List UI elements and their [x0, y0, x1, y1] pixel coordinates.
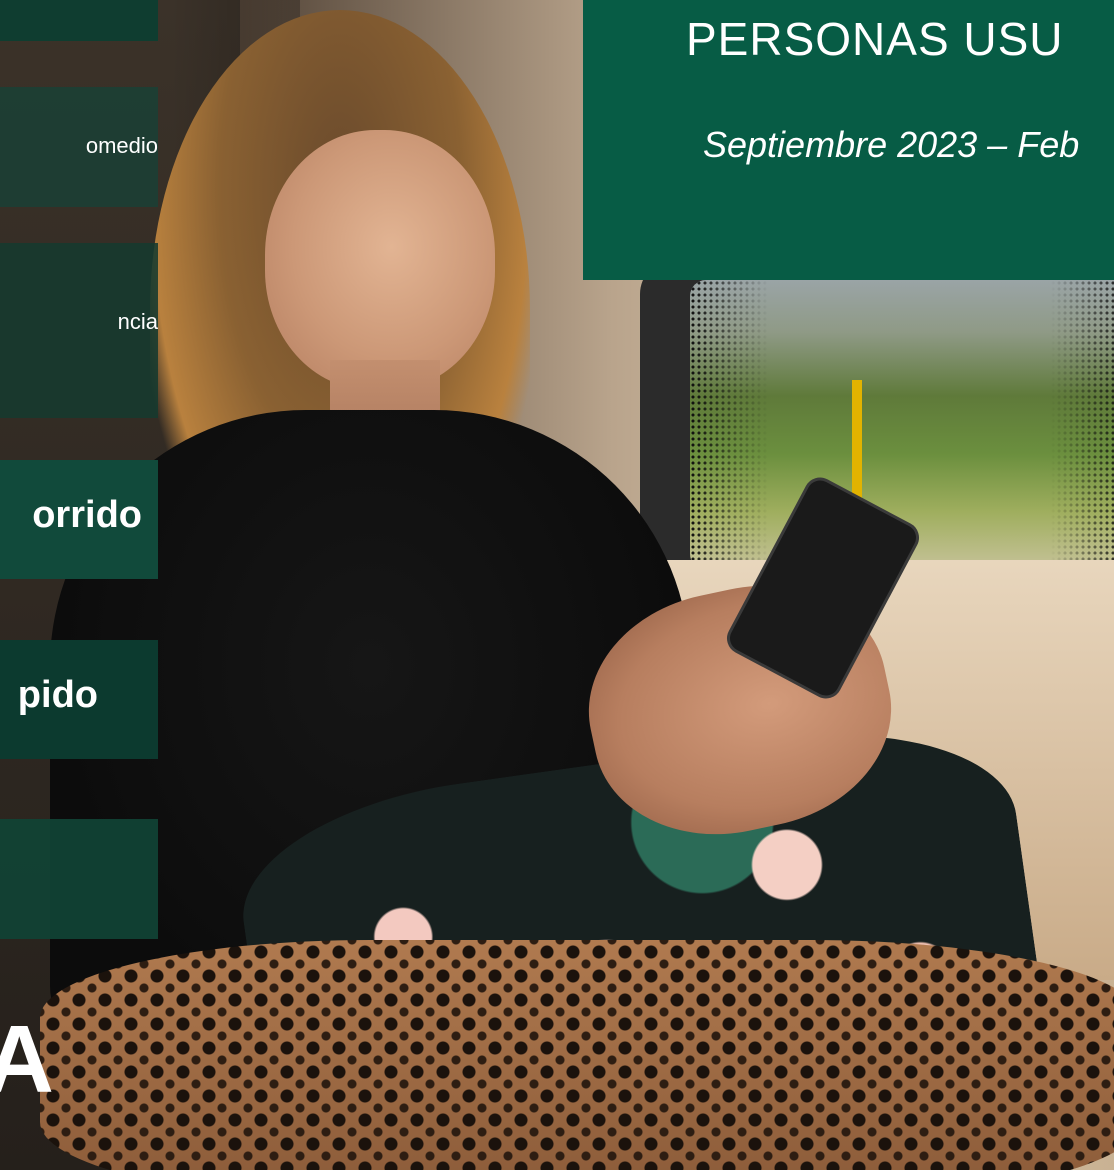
sidebar-tile-5-label: pido [17, 674, 98, 716]
person-face [265, 130, 495, 390]
sidebar-tile-5[interactable]: pido [0, 640, 158, 759]
sidebar-tile-1[interactable] [0, 0, 158, 41]
date-range-subtitle: Septiembre 2023 – Feb [703, 124, 1080, 165]
sidebar-tile-2-label: omedio [85, 133, 158, 158]
large-letter-text: A [0, 1015, 54, 1105]
yellow-pole [852, 380, 862, 510]
page-title: PERSONAS USU [686, 13, 1064, 65]
sidebar-tile-3[interactable]: ncia [0, 243, 158, 418]
sidebar-tile-6[interactable] [0, 819, 158, 939]
sidebar-panel: omedio ncia orrido pido A [0, 0, 158, 1170]
leopard-pants [40, 940, 1114, 1170]
title-panel: PERSONAS USU Septiembre 2023 – Feb [583, 0, 1114, 280]
large-letter: A [0, 1015, 60, 1105]
sidebar-tile-4[interactable]: orrido [0, 460, 158, 579]
sidebar-tile-2[interactable]: omedio [0, 87, 158, 207]
sidebar-tile-3-label: ncia [117, 309, 158, 334]
sidebar-tile-4-label: orrido [32, 494, 142, 536]
